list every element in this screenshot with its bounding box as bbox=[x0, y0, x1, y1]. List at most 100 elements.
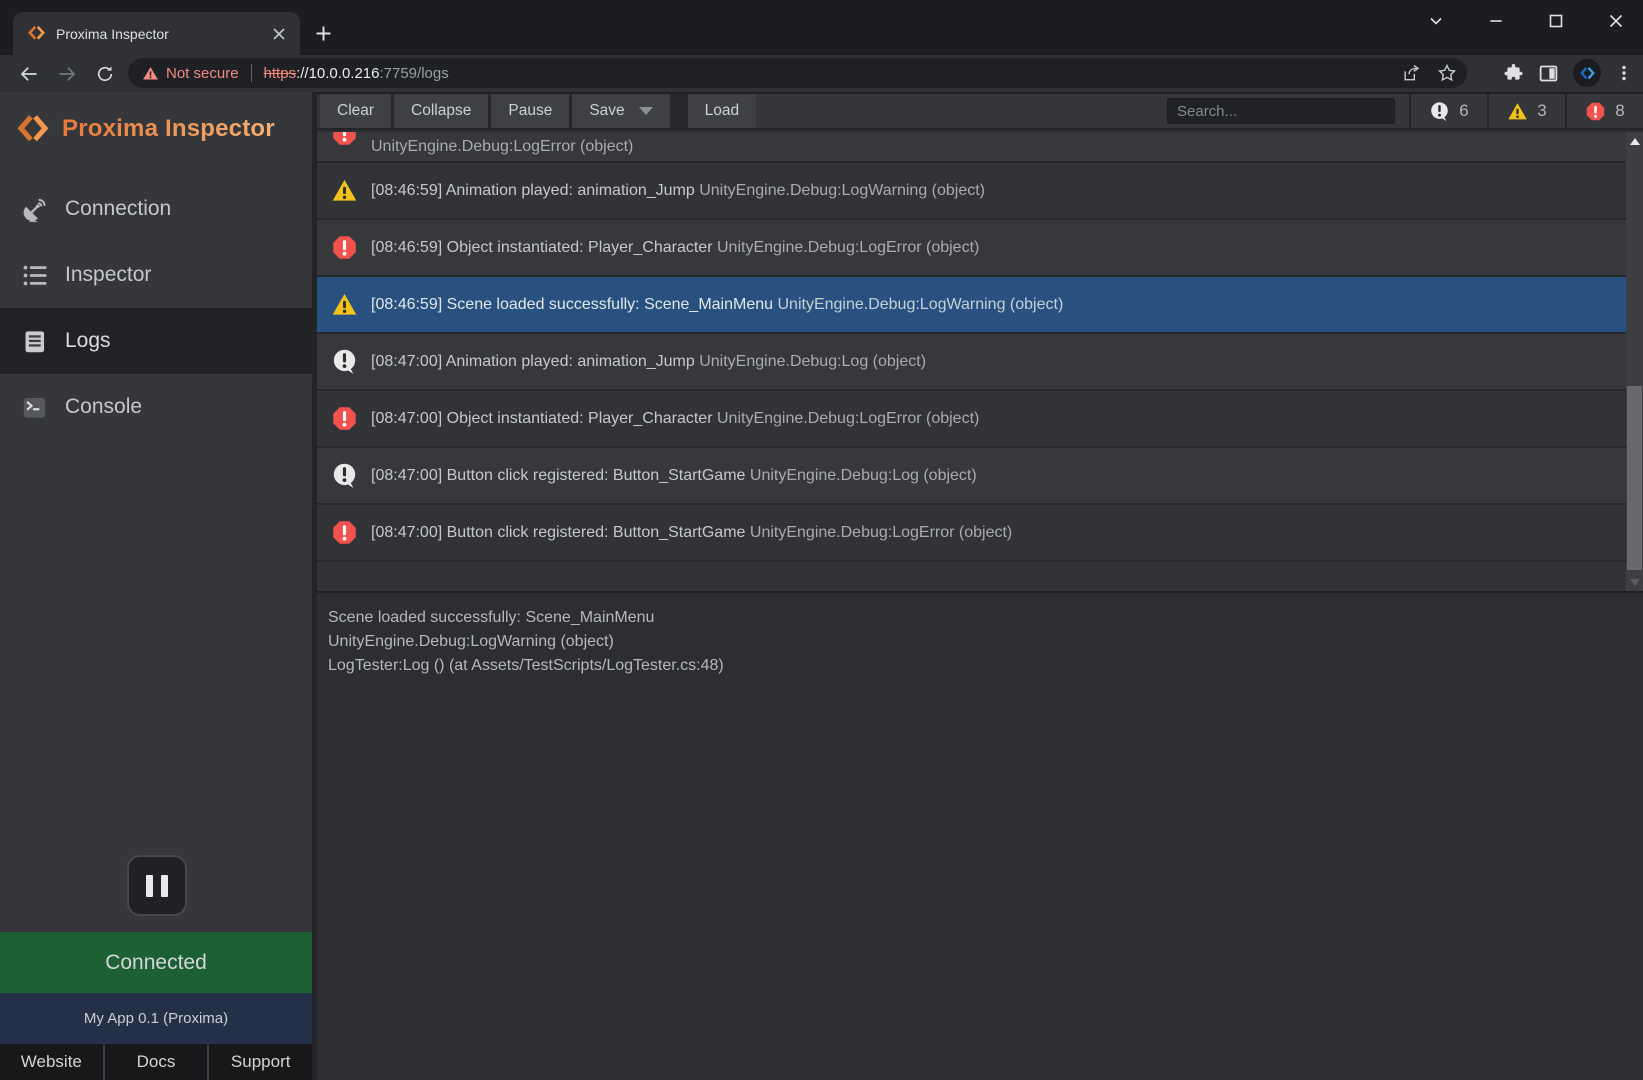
proxima-favicon-icon bbox=[27, 24, 46, 43]
sidebar-item-console[interactable]: Console bbox=[0, 374, 312, 440]
sidebar: Proxima Inspector Connection bbox=[0, 92, 312, 1080]
log-message: [08:47:00] Button click registered: Butt… bbox=[371, 524, 745, 541]
connection-status-bar: Connected bbox=[0, 932, 312, 993]
tab-search-chevron-icon[interactable] bbox=[1423, 8, 1449, 34]
extensions-puzzle-icon[interactable] bbox=[1503, 63, 1524, 84]
browser-window: Proxima Inspector bbox=[0, 0, 1643, 1080]
browser-menu-kebab-icon[interactable] bbox=[1615, 64, 1633, 82]
back-button[interactable] bbox=[14, 59, 44, 89]
log-stacktrace: UnityEngine.Debug:LogError (object) bbox=[750, 524, 1012, 541]
not-secure-warning-icon bbox=[142, 65, 159, 82]
search-input[interactable] bbox=[1167, 98, 1395, 124]
logs-panel: Clear Collapse Pause Save Load bbox=[312, 92, 1643, 1080]
warning-count: 3 bbox=[1537, 101, 1546, 121]
share-icon[interactable] bbox=[1401, 63, 1421, 83]
profile-avatar[interactable] bbox=[1573, 59, 1601, 87]
log-message: [08:46:59] Scene loaded successfully: Sc… bbox=[371, 296, 773, 313]
scrollbar-up-arrow-icon[interactable] bbox=[1626, 132, 1643, 150]
log-stacktrace: UnityEngine.Debug:LogError (object) bbox=[717, 239, 979, 256]
log-message: [08:46:59] Object instantiated: Player_C… bbox=[371, 239, 713, 256]
close-window-button[interactable] bbox=[1603, 8, 1629, 34]
tab-close-icon[interactable] bbox=[270, 25, 288, 43]
error-count: 8 bbox=[1615, 101, 1624, 121]
terminal-icon bbox=[20, 393, 48, 421]
log-row[interactable]: [08:47:00] Button click registered: Butt… bbox=[317, 505, 1626, 562]
log-scrollbar[interactable] bbox=[1626, 132, 1643, 591]
docs-link[interactable]: Docs bbox=[103, 1044, 208, 1080]
clear-button[interactable]: Clear bbox=[320, 94, 391, 128]
log-list: UnityEngine.Debug:LogError (object) [08:… bbox=[317, 132, 1643, 591]
sidebar-footer: Website Docs Support bbox=[0, 1044, 312, 1080]
sidebar-item-connection[interactable]: Connection bbox=[0, 176, 312, 242]
support-link[interactable]: Support bbox=[207, 1044, 312, 1080]
brand: Proxima Inspector bbox=[0, 92, 312, 154]
log-row[interactable]: [08:46:59] Object instantiated: Player_C… bbox=[317, 220, 1626, 277]
log-row[interactable]: UnityEngine.Debug:LogError (object) bbox=[317, 132, 1626, 163]
log-row[interactable]: [08:47:00] Button click registered: Butt… bbox=[317, 448, 1626, 505]
website-link[interactable]: Website bbox=[0, 1044, 103, 1080]
log-detail-pane: Scene loaded successfully: Scene_MainMen… bbox=[317, 591, 1643, 1080]
side-panel-icon[interactable] bbox=[1538, 63, 1559, 84]
scrollbar-thumb[interactable] bbox=[1627, 386, 1642, 570]
brand-title: Proxima Inspector bbox=[62, 115, 275, 143]
log-row[interactable]: [08:46:59] Scene loaded successfully: Sc… bbox=[317, 277, 1626, 334]
pause-logs-button[interactable]: Pause bbox=[488, 94, 569, 128]
detail-line: LogTester:Log () (at Assets/TestScripts/… bbox=[328, 654, 1643, 678]
info-bubble-icon bbox=[331, 462, 358, 489]
log-row[interactable]: [08:47:00] Object instantiated: Player_C… bbox=[317, 391, 1626, 448]
scrollbar-down-arrow-icon[interactable] bbox=[1626, 573, 1643, 591]
forward-button[interactable] bbox=[52, 59, 82, 89]
error-octagon-icon bbox=[331, 132, 358, 147]
info-count: 6 bbox=[1459, 101, 1468, 121]
address-bar[interactable]: Not secure https://10.0.0.216:7759/logs bbox=[128, 58, 1467, 88]
save-button[interactable]: Save bbox=[569, 94, 669, 128]
detail-line: UnityEngine.Debug:LogWarning (object) bbox=[328, 630, 1643, 654]
connection-status-text: Connected bbox=[105, 951, 207, 975]
reload-button[interactable] bbox=[90, 59, 120, 89]
info-bubble-icon bbox=[331, 348, 358, 375]
sidebar-item-logs[interactable]: Logs bbox=[0, 308, 312, 374]
save-dropdown-caret-icon[interactable] bbox=[639, 107, 653, 115]
scrollbar-track[interactable] bbox=[1626, 150, 1643, 573]
error-octagon-icon bbox=[331, 405, 358, 432]
log-stacktrace: UnityEngine.Debug:LogWarning (object) bbox=[777, 296, 1063, 313]
bookmark-star-icon[interactable] bbox=[1437, 63, 1457, 83]
browser-tab[interactable]: Proxima Inspector bbox=[13, 12, 300, 55]
error-count-badge[interactable]: 8 bbox=[1565, 94, 1643, 128]
log-stacktrace: UnityEngine.Debug:Log (object) bbox=[750, 467, 977, 484]
proxima-app: Proxima Inspector Connection bbox=[0, 92, 1643, 1080]
log-row[interactable]: [08:46:59] Animation played: animation_J… bbox=[317, 163, 1626, 220]
url-host: ://10.0.0.216 bbox=[296, 65, 379, 82]
sidebar-item-label: Connection bbox=[65, 197, 171, 221]
not-secure-label[interactable]: Not secure bbox=[166, 65, 239, 82]
pause-connection-button[interactable] bbox=[127, 855, 187, 916]
log-message: [08:47:00] Button click registered: Butt… bbox=[371, 467, 745, 484]
error-octagon-icon bbox=[1585, 101, 1606, 122]
info-count-badge[interactable]: 6 bbox=[1409, 94, 1487, 128]
url-path: :7759/logs bbox=[379, 65, 448, 82]
log-row[interactable]: [08:47:00] Animation played: animation_J… bbox=[317, 334, 1626, 391]
sidebar-item-inspector[interactable]: Inspector bbox=[0, 242, 312, 308]
load-button[interactable]: Load bbox=[688, 94, 756, 128]
warning-triangle-icon bbox=[331, 177, 358, 204]
warning-triangle-icon bbox=[331, 291, 358, 318]
url-text[interactable]: https://10.0.0.216:7759/logs bbox=[264, 65, 449, 82]
collapse-button[interactable]: Collapse bbox=[391, 94, 488, 128]
log-stacktrace: UnityEngine.Debug:LogWarning (object) bbox=[699, 182, 985, 199]
app-name-bar: My App 0.1 (Proxima) bbox=[0, 993, 312, 1044]
proxima-logo-icon bbox=[16, 112, 50, 146]
tab-title: Proxima Inspector bbox=[56, 26, 270, 42]
maximize-button[interactable] bbox=[1543, 8, 1569, 34]
log-stacktrace: UnityEngine.Debug:Log (object) bbox=[699, 353, 926, 370]
pause-icon bbox=[146, 875, 153, 897]
document-icon bbox=[20, 327, 48, 355]
minimize-button[interactable] bbox=[1483, 8, 1509, 34]
browser-titlebar: Proxima Inspector bbox=[0, 0, 1643, 55]
warning-count-badge[interactable]: 3 bbox=[1487, 94, 1565, 128]
sidebar-item-label: Logs bbox=[65, 329, 111, 353]
log-stacktrace: UnityEngine.Debug:LogError (object) bbox=[717, 410, 979, 427]
sidebar-item-label: Console bbox=[65, 395, 142, 419]
browser-navbar: Not secure https://10.0.0.216:7759/logs bbox=[0, 55, 1643, 92]
log-message: [08:47:00] Object instantiated: Player_C… bbox=[371, 410, 713, 427]
new-tab-button[interactable] bbox=[310, 20, 336, 46]
